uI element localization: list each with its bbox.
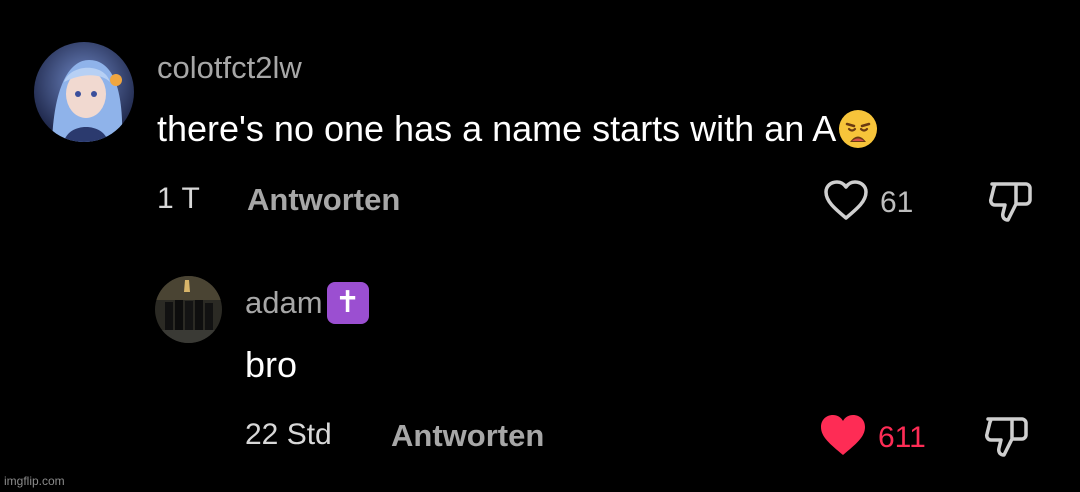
comment-2: adam ✝ bro 22 Std Antworten 611: [0, 240, 1080, 470]
comment-text-content: there's no one has a name starts with an…: [157, 108, 837, 149]
comment-1: colotfct2lw there's no one has a name st…: [0, 0, 1080, 240]
comment-timestamp: 1 T: [157, 182, 200, 215]
dislike-button[interactable]: [986, 178, 1036, 229]
like-button[interactable]: 611: [818, 413, 926, 462]
thumbs-down-icon[interactable]: [982, 417, 1032, 463]
comment-text: there's no one has a name starts with an…: [157, 108, 878, 150]
dislike-button[interactable]: [982, 413, 1032, 464]
watermark: imgflip.com: [4, 474, 65, 488]
username[interactable]: adam ✝: [245, 282, 369, 324]
comment-text: bro: [245, 344, 297, 386]
comment-text-content: bro: [245, 344, 298, 385]
heart-outline-icon[interactable]: [822, 178, 870, 227]
avatar[interactable]: [34, 42, 134, 142]
like-count: 611: [878, 420, 926, 454]
heart-filled-icon[interactable]: [818, 413, 868, 462]
reply-button[interactable]: Antworten: [391, 418, 544, 454]
like-button[interactable]: 61: [822, 178, 913, 227]
like-count: 61: [880, 185, 914, 219]
username-text[interactable]: colotfct2lw: [157, 50, 302, 86]
reply-button[interactable]: Antworten: [247, 182, 400, 218]
latin-cross-icon: ✝: [326, 282, 369, 324]
thumbs-down-icon[interactable]: [986, 182, 1036, 228]
comment-timestamp: 22 Std: [245, 418, 332, 451]
username-text[interactable]: adam: [245, 285, 323, 321]
weary-face-icon: [838, 109, 878, 149]
avatar[interactable]: [155, 276, 222, 343]
username[interactable]: colotfct2lw: [157, 50, 302, 86]
